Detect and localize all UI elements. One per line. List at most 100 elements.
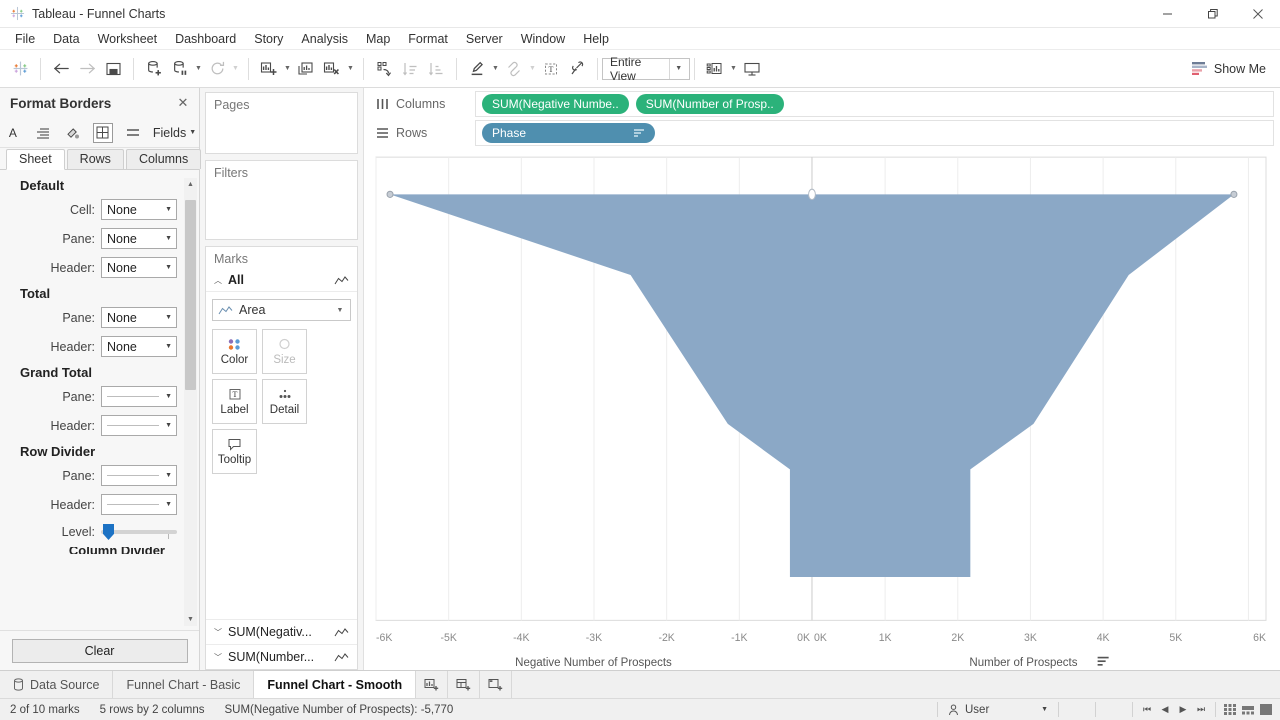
default-cell-select[interactable]: None ▼ bbox=[101, 199, 177, 220]
undo-icon[interactable] bbox=[48, 56, 74, 82]
grid-view-icon[interactable] bbox=[1224, 704, 1236, 715]
default-header-select[interactable]: None ▼ bbox=[101, 257, 177, 278]
total-header-select[interactable]: None ▼ bbox=[101, 336, 177, 357]
new-data-source-icon[interactable] bbox=[141, 56, 167, 82]
previous-page-icon[interactable]: ◀ bbox=[1157, 704, 1173, 715]
pill-phase[interactable]: Phase bbox=[482, 123, 655, 143]
pause-updates-icon[interactable] bbox=[167, 56, 193, 82]
menu-window[interactable]: Window bbox=[512, 30, 574, 48]
mark-type-select[interactable]: Area ▼ bbox=[212, 299, 351, 321]
refresh-data-source-icon[interactable] bbox=[204, 56, 230, 82]
font-icon[interactable]: A bbox=[3, 123, 23, 143]
redo-icon[interactable] bbox=[74, 56, 100, 82]
rowdivider-header-select[interactable]: ▼ bbox=[101, 494, 177, 515]
last-page-icon[interactable]: ⏭ bbox=[1193, 704, 1209, 715]
borders-icon[interactable] bbox=[93, 123, 113, 143]
tab-sheet[interactable]: Sheet bbox=[6, 149, 65, 170]
chevron-down-icon[interactable]: ﹀ bbox=[214, 652, 222, 663]
clear-button[interactable]: Clear bbox=[12, 639, 188, 663]
tab-funnel-chart-basic[interactable]: Funnel Chart - Basic bbox=[113, 671, 254, 698]
menu-help[interactable]: Help bbox=[574, 30, 618, 48]
pages-card[interactable]: Pages bbox=[205, 92, 358, 154]
menu-map[interactable]: Map bbox=[357, 30, 399, 48]
rows-shelf-drop-zone[interactable]: Phase bbox=[475, 120, 1274, 146]
duplicate-sheet-icon[interactable] bbox=[293, 56, 319, 82]
tab-columns[interactable]: Columns bbox=[126, 149, 201, 169]
chevron-up-icon[interactable]: ▲ bbox=[184, 178, 197, 191]
new-worksheet-button[interactable] bbox=[416, 671, 448, 698]
pill-sum-negative-number[interactable]: SUM(Negative Numbe.. bbox=[482, 94, 629, 114]
default-pane-select[interactable]: None ▼ bbox=[101, 228, 177, 249]
refresh-dropdown-icon[interactable]: ▼ bbox=[230, 56, 241, 82]
show-me-button[interactable]: Show Me bbox=[1185, 61, 1280, 76]
menu-worksheet[interactable]: Worksheet bbox=[89, 30, 167, 48]
first-page-icon[interactable]: ⏮ bbox=[1139, 704, 1155, 715]
fix-axes-icon[interactable] bbox=[564, 56, 590, 82]
menu-data[interactable]: Data bbox=[44, 30, 88, 48]
show-mark-labels-icon[interactable]: T bbox=[538, 56, 564, 82]
new-worksheet-dropdown-icon[interactable]: ▼ bbox=[282, 56, 293, 82]
label-shelf[interactable]: T Label bbox=[212, 379, 257, 424]
detail-shelf[interactable]: Detail bbox=[262, 379, 307, 424]
rowdivider-pane-select[interactable]: ▼ bbox=[101, 465, 177, 486]
filters-card[interactable]: Filters bbox=[205, 160, 358, 240]
lines-icon[interactable] bbox=[123, 123, 143, 143]
columns-shelf-drop-zone[interactable]: SUM(Negative Numbe.. SUM(Number of Prosp… bbox=[475, 91, 1274, 117]
tab-funnel-chart-smooth[interactable]: Funnel Chart - Smooth bbox=[254, 671, 416, 698]
list-view-icon[interactable] bbox=[1242, 704, 1254, 715]
group-members-icon[interactable] bbox=[501, 56, 527, 82]
chevron-down-icon[interactable]: ﹀ bbox=[214, 627, 222, 638]
menu-analysis[interactable]: Analysis bbox=[292, 30, 357, 48]
measure-card-negative[interactable]: ﹀ SUM(Negativ... bbox=[206, 619, 357, 644]
fit-view-select[interactable]: Entire View ▼ bbox=[602, 58, 690, 80]
fill-view-icon[interactable] bbox=[1260, 704, 1272, 715]
tableau-home-icon[interactable] bbox=[7, 56, 33, 82]
marks-all-row[interactable]: ︿ All bbox=[206, 270, 357, 292]
total-pane-select[interactable]: None ▼ bbox=[101, 307, 177, 328]
menu-format[interactable]: Format bbox=[399, 30, 457, 48]
next-page-icon[interactable]: ▶ bbox=[1175, 704, 1191, 715]
tab-rows[interactable]: Rows bbox=[67, 149, 124, 169]
fields-dropdown[interactable]: Fields ▼ bbox=[153, 126, 196, 140]
chart-canvas-wrapper[interactable]: -6K -5K -4K -3K -2K -1K 0K 0K 1K 2K bbox=[364, 147, 1280, 670]
chevron-down-icon[interactable]: ▼ bbox=[1041, 706, 1048, 713]
clear-sheet-icon[interactable] bbox=[319, 56, 345, 82]
minimize-button[interactable] bbox=[1145, 0, 1190, 28]
user-selector[interactable]: User ▼ bbox=[938, 704, 1058, 716]
show-cards-dropdown-icon[interactable]: ▼ bbox=[728, 56, 739, 82]
format-panel-scrollbar[interactable]: ▲ ▼ bbox=[184, 178, 197, 626]
presentation-mode-icon[interactable] bbox=[739, 56, 765, 82]
pill-sum-number-of-prospects[interactable]: SUM(Number of Prosp.. bbox=[636, 94, 784, 114]
maximize-restore-button[interactable] bbox=[1190, 0, 1235, 28]
shading-icon[interactable] bbox=[63, 123, 83, 143]
clear-sheet-dropdown-icon[interactable]: ▼ bbox=[345, 56, 356, 82]
chevron-down-icon[interactable]: ▼ bbox=[184, 613, 197, 626]
menu-story[interactable]: Story bbox=[245, 30, 292, 48]
highlight-icon[interactable] bbox=[464, 56, 490, 82]
menu-server[interactable]: Server bbox=[457, 30, 512, 48]
pause-updates-dropdown-icon[interactable]: ▼ bbox=[193, 56, 204, 82]
new-dashboard-button[interactable] bbox=[448, 671, 480, 698]
color-shelf[interactable]: Color bbox=[212, 329, 257, 374]
tooltip-shelf[interactable]: Tooltip bbox=[212, 429, 257, 474]
sort-descending-icon[interactable] bbox=[423, 56, 449, 82]
grandtotal-pane-select[interactable]: ▼ bbox=[101, 386, 177, 407]
group-dropdown-icon[interactable]: ▼ bbox=[527, 56, 538, 82]
row-divider-level-slider[interactable] bbox=[101, 523, 177, 541]
swap-rows-columns-icon[interactable] bbox=[371, 56, 397, 82]
new-worksheet-icon[interactable] bbox=[256, 56, 282, 82]
sort-ascending-icon[interactable] bbox=[397, 56, 423, 82]
chart-canvas[interactable]: -6K -5K -4K -3K -2K -1K 0K 0K 1K 2K bbox=[372, 153, 1270, 670]
close-icon[interactable]: ✕ bbox=[175, 95, 191, 111]
scrollbar-thumb[interactable] bbox=[185, 200, 196, 390]
highlight-dropdown-icon[interactable]: ▼ bbox=[490, 56, 501, 82]
menu-file[interactable]: File bbox=[6, 30, 44, 48]
save-icon[interactable] bbox=[100, 56, 126, 82]
measure-card-number[interactable]: ﹀ SUM(Number... bbox=[206, 644, 357, 669]
chevron-up-icon[interactable]: ︿ bbox=[214, 275, 222, 286]
menu-dashboard[interactable]: Dashboard bbox=[166, 30, 245, 48]
size-shelf[interactable]: Size bbox=[262, 329, 307, 374]
show-cards-icon[interactable] bbox=[702, 56, 728, 82]
tab-data-source[interactable]: Data Source bbox=[0, 671, 113, 698]
slider-thumb[interactable] bbox=[103, 524, 114, 540]
